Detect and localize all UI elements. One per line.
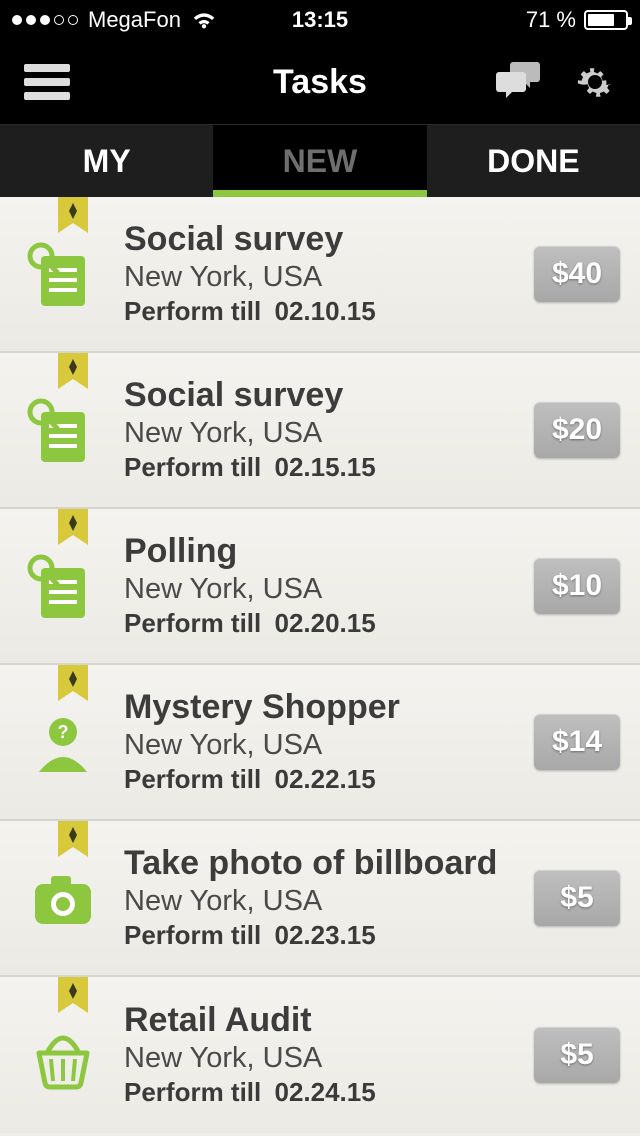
price-badge[interactable]: $5 (534, 1027, 620, 1083)
due-label: Perform till (124, 296, 261, 326)
task-due: Perform till 02.10.15 (124, 296, 524, 327)
chat-icon[interactable] (494, 62, 544, 102)
tab-label: MY (83, 143, 131, 180)
clock-label: 13:15 (292, 7, 348, 33)
menu-icon[interactable] (24, 64, 70, 100)
due-label: Perform till (124, 764, 261, 794)
task-body: Social survey New York, USA Perform till… (112, 221, 524, 326)
price-label: $5 (560, 1038, 593, 1072)
price-badge[interactable]: $20 (534, 402, 620, 458)
price-label: $20 (552, 413, 602, 447)
task-icon-area (14, 527, 112, 645)
task-due: Perform till 02.20.15 (124, 608, 524, 639)
due-date: 02.20.15 (274, 608, 375, 638)
task-body: Take photo of billboard New York, USA Pe… (112, 845, 524, 950)
task-body: Social survey New York, USA Perform till… (112, 377, 524, 482)
task-title: Polling (124, 533, 524, 570)
task-due: Perform till 02.22.15 (124, 764, 524, 795)
task-body: Retail Audit New York, USA Perform till … (112, 1002, 524, 1107)
battery-percent-label: 71 % (526, 7, 576, 33)
gear-icon[interactable] (574, 61, 616, 103)
task-type-icon (27, 238, 99, 310)
due-label: Perform till (124, 1077, 261, 1107)
due-date: 02.23.15 (274, 920, 375, 950)
task-location: New York, USA (124, 729, 524, 762)
task-icon-area (14, 839, 112, 957)
task-row[interactable]: Retail Audit New York, USA Perform till … (0, 977, 640, 1133)
task-due: Perform till 02.15.15 (124, 452, 524, 483)
task-row[interactable]: Social survey New York, USA Perform till… (0, 197, 640, 353)
status-bar: MegaFon 13:15 71 % (0, 0, 640, 40)
task-location: New York, USA (124, 417, 524, 450)
bookmark-icon (58, 197, 88, 241)
tabs: MY NEW DONE (0, 125, 640, 197)
due-label: Perform till (124, 608, 261, 638)
nav-bar: Tasks (0, 40, 640, 125)
price-label: $10 (552, 569, 602, 603)
task-row[interactable]: Mystery Shopper New York, USA Perform ti… (0, 665, 640, 821)
price-label: $5 (560, 881, 593, 915)
due-label: Perform till (124, 452, 261, 482)
bookmark-icon (58, 665, 88, 709)
tab-label: NEW (283, 143, 358, 180)
page-title: Tasks (273, 63, 367, 102)
task-row[interactable]: Polling New York, USA Perform till 02.20… (0, 509, 640, 665)
task-due: Perform till 02.24.15 (124, 1077, 524, 1108)
due-date: 02.24.15 (274, 1077, 375, 1107)
task-body: Mystery Shopper New York, USA Perform ti… (112, 689, 524, 794)
tab-done[interactable]: DONE (427, 125, 640, 197)
task-title: Retail Audit (124, 1002, 524, 1039)
task-title: Mystery Shopper (124, 689, 524, 726)
task-icon-area (14, 683, 112, 801)
price-badge[interactable]: $5 (534, 870, 620, 926)
task-icon-area (14, 371, 112, 489)
task-due: Perform till 02.23.15 (124, 920, 524, 951)
bookmark-icon (58, 977, 88, 1021)
task-row[interactable]: Take photo of billboard New York, USA Pe… (0, 821, 640, 977)
task-location: New York, USA (124, 885, 524, 918)
price-badge[interactable]: $14 (534, 714, 620, 770)
task-type-icon (27, 1019, 99, 1091)
due-date: 02.15.15 (274, 452, 375, 482)
bookmark-icon (58, 821, 88, 865)
price-badge[interactable]: $40 (534, 246, 620, 302)
task-location: New York, USA (124, 261, 524, 294)
task-type-icon (27, 550, 99, 622)
price-label: $14 (552, 725, 602, 759)
task-type-icon (27, 862, 99, 934)
tab-my[interactable]: MY (0, 125, 213, 197)
due-date: 02.10.15 (274, 296, 375, 326)
tab-new[interactable]: NEW (213, 125, 426, 197)
signal-strength-icon (12, 15, 78, 25)
task-icon-area (14, 995, 112, 1115)
bookmark-icon (58, 353, 88, 397)
wifi-icon (191, 10, 217, 30)
task-location: New York, USA (124, 1042, 524, 1075)
task-title: Social survey (124, 221, 524, 258)
task-title: Social survey (124, 377, 524, 414)
due-date: 02.22.15 (274, 764, 375, 794)
price-label: $40 (552, 257, 602, 291)
bookmark-icon (58, 509, 88, 553)
battery-icon (584, 10, 628, 30)
due-label: Perform till (124, 920, 261, 950)
task-icon-area (14, 215, 112, 333)
task-list[interactable]: Social survey New York, USA Perform till… (0, 197, 640, 1136)
carrier-label: MegaFon (88, 7, 181, 33)
task-row[interactable]: Social survey New York, USA Perform till… (0, 353, 640, 509)
price-badge[interactable]: $10 (534, 558, 620, 614)
task-type-icon (27, 706, 99, 778)
task-type-icon (27, 394, 99, 466)
tab-label: DONE (487, 143, 579, 180)
task-title: Take photo of billboard (124, 845, 524, 882)
task-location: New York, USA (124, 573, 524, 606)
task-body: Polling New York, USA Perform till 02.20… (112, 533, 524, 638)
